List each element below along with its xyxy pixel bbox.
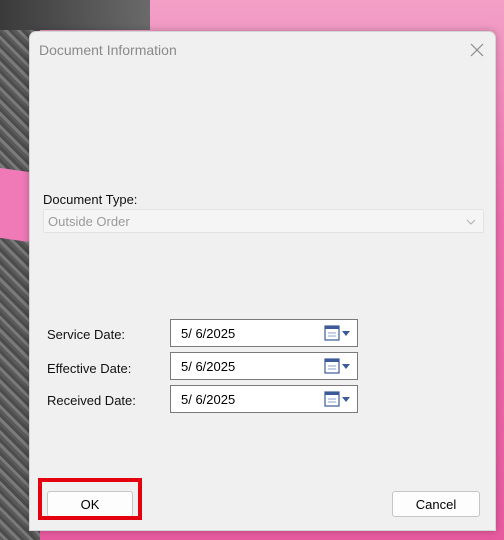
document-type-label: Document Type: [43, 192, 138, 207]
effective-date-value[interactable]: 5/ 6/2025 [181, 359, 235, 374]
dialog-title: Document Information [39, 42, 177, 58]
service-date-calendar-button[interactable] [323, 324, 353, 342]
document-information-dialog: Document Information Document Type: Outs… [29, 31, 496, 531]
chevron-down-icon [466, 219, 476, 225]
received-date-calendar-button[interactable] [323, 390, 353, 408]
calendar-icon [324, 391, 350, 407]
dialog-titlebar: Document Information [30, 32, 495, 68]
service-date-value[interactable]: 5/ 6/2025 [181, 326, 235, 341]
ok-button[interactable]: OK [47, 491, 133, 517]
cancel-button[interactable]: Cancel [392, 491, 480, 517]
effective-date-calendar-button[interactable] [323, 357, 353, 375]
document-type-value: Outside Order [48, 214, 130, 229]
calendar-icon [324, 325, 350, 341]
service-date-picker[interactable]: 5/ 6/2025 [170, 319, 358, 347]
effective-date-label: Effective Date: [47, 361, 132, 376]
close-button[interactable] [465, 38, 489, 62]
desktop-background-corner [0, 0, 150, 30]
document-type-select[interactable]: Outside Order [43, 209, 484, 233]
received-date-label: Received Date: [47, 393, 136, 408]
desktop-background-strip [0, 167, 30, 243]
received-date-value[interactable]: 5/ 6/2025 [181, 392, 235, 407]
received-date-picker[interactable]: 5/ 6/2025 [170, 385, 358, 413]
close-icon [470, 43, 484, 57]
service-date-label: Service Date: [47, 327, 126, 342]
calendar-icon [324, 358, 350, 374]
effective-date-picker[interactable]: 5/ 6/2025 [170, 352, 358, 380]
